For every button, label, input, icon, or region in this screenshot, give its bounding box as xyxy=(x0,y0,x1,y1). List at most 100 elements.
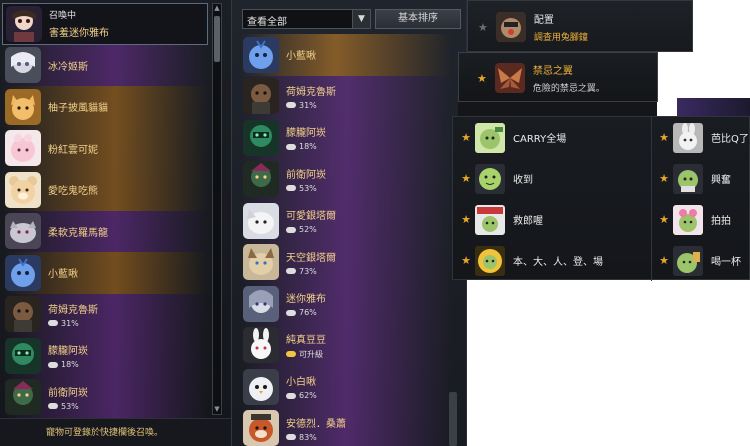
emote-item[interactable]: ★ 芭比Q了 xyxy=(651,117,750,158)
pet-list-item[interactable]: 前衛阿崁 53% xyxy=(2,376,208,418)
emote-item[interactable]: ★ 救郎喔 xyxy=(453,199,651,240)
emote-item[interactable]: ★ CARRY全場 xyxy=(453,117,651,158)
emote-label: 興奮 xyxy=(711,175,731,186)
star-icon[interactable]: ★ xyxy=(655,131,673,144)
pet-view-item[interactable]: 前衛阿崁 53% xyxy=(240,158,452,200)
scroll-down-icon[interactable]: ▼ xyxy=(213,405,221,414)
view-filter-dropdown[interactable]: 查看全部 ▼ xyxy=(242,9,371,29)
progress-value: 52% xyxy=(299,225,317,235)
wolf-icon xyxy=(243,202,279,239)
chevron-down-icon[interactable]: ▼ xyxy=(352,10,370,28)
pet-progress: 83% xyxy=(286,433,346,442)
pet-view-item[interactable]: 純真豆豆 可升級 xyxy=(240,324,452,366)
pet-upgrade-status: 可升級 xyxy=(286,349,326,360)
pet-view-item[interactable]: 可愛銀塔爾 52% xyxy=(240,200,452,242)
pet-view-list: 小藍啾 荷姆克魯斯 31% 朦朧阿崁 18% 前衛阿崁 53% 可愛銀塔爾 52… xyxy=(240,34,452,446)
pet-view-scroll-thumb[interactable] xyxy=(449,392,457,446)
upgrade-label: 可升級 xyxy=(299,349,323,359)
pet-progress: 73% xyxy=(286,267,336,276)
pet-name: 可愛銀塔爾 xyxy=(286,211,336,223)
pet-view-item[interactable]: 荷姆克魯斯 31% xyxy=(240,75,452,117)
pet-list-item[interactable]: 粉紅雲可妮 xyxy=(2,127,208,169)
progress-value: 31% xyxy=(61,318,79,328)
star-icon[interactable]: ★ xyxy=(655,172,673,185)
cloud-icon xyxy=(48,403,58,410)
pet-list-item[interactable]: 冰冷姬斯 xyxy=(2,44,208,86)
placement-card[interactable]: ★ 配置 調查用兔腳鐘 xyxy=(467,0,693,52)
cloud-icon xyxy=(286,185,296,192)
pet-view-item[interactable]: 小白啾 62% xyxy=(240,366,452,408)
pet-list-item[interactable]: 愛吃鬼吃熊 xyxy=(2,169,208,211)
favorite-star-icon[interactable]: ★ xyxy=(477,72,487,85)
emote-item[interactable]: ★ 本、大、人、登、場 xyxy=(453,240,651,281)
carry-emote-icon xyxy=(475,122,505,153)
cloud-icon xyxy=(286,226,296,233)
pet-list-scrollbar[interactable]: ▲ ▼ xyxy=(212,3,222,415)
star-icon[interactable]: ★ xyxy=(655,254,673,267)
mini-yabu-icon xyxy=(243,285,279,322)
panel-edge xyxy=(677,98,750,116)
pat-emote-icon xyxy=(673,204,703,235)
cloud-icon xyxy=(286,309,296,316)
pet-name: 小藍啾 xyxy=(286,51,316,63)
pet-progress: 52% xyxy=(286,225,336,234)
pet-name: 朦朧阿崁 xyxy=(48,346,88,358)
pet-list: 召喚中 害羞迷你雅布 冰冷姬斯 柚子披風貓貓 粉紅雲可妮 愛吃鬼吃熊 柔軟克羅馬… xyxy=(2,3,208,418)
progress-value: 31% xyxy=(299,100,317,110)
scroll-thumb[interactable] xyxy=(214,16,220,62)
progress-value: 18% xyxy=(299,142,317,152)
pet-list-item[interactable]: 柔軟克羅馬龍 xyxy=(2,210,208,252)
card-title: 配置 xyxy=(533,15,554,26)
pet-name: 柔軟克羅馬龍 xyxy=(48,227,108,239)
star-icon[interactable]: ★ xyxy=(457,131,475,144)
pet-view-item[interactable]: 安德烈．桑蕭 83% xyxy=(240,407,452,446)
star-icon[interactable]: ★ xyxy=(655,213,673,226)
pet-name: 前衛阿崁 xyxy=(48,387,88,399)
progress-value: 53% xyxy=(299,183,317,193)
pet-list-item-selected[interactable]: 召喚中 害羞迷你雅布 xyxy=(2,3,208,45)
homunculus-icon xyxy=(5,296,41,333)
got-it-emote-icon xyxy=(475,163,505,194)
dropdown-value: 查看全部 xyxy=(247,17,287,28)
progress-value: 62% xyxy=(299,391,317,401)
pet-progress: 53% xyxy=(48,402,88,411)
summon-status: 召喚中 xyxy=(49,11,77,22)
white-bird-icon xyxy=(243,368,279,405)
emote-row: ★ CARRY全場 ★ 芭比Q了 xyxy=(453,117,750,158)
wings-icon xyxy=(494,63,525,93)
progress-value: 18% xyxy=(61,360,79,370)
star-icon[interactable]: ★ xyxy=(457,254,475,267)
emote-item[interactable]: ★ 拍拍 xyxy=(651,199,750,240)
star-icon[interactable]: ★ xyxy=(457,172,475,185)
drink-emote-icon xyxy=(673,245,703,276)
pet-name: 天空銀塔爾 xyxy=(286,252,336,264)
pet-list-item[interactable]: 柚子披風貓貓 xyxy=(2,86,208,128)
pet-list-item[interactable]: 小藍啾 xyxy=(2,252,208,294)
warrior-icon xyxy=(5,379,41,416)
emote-row: ★ 收到 ★ 興奮 xyxy=(453,158,750,199)
pet-progress: 62% xyxy=(286,391,317,400)
rabbit-icon xyxy=(243,327,279,364)
progress-value: 73% xyxy=(299,266,317,276)
pet-list-item[interactable]: 荷姆克魯斯 31% xyxy=(2,293,208,335)
sort-button[interactable]: 基本排序 xyxy=(375,9,461,29)
pet-view-item[interactable]: 迷你雅布 76% xyxy=(240,283,452,325)
emote-panel: ★ CARRY全場 ★ 芭比Q了 ★ 收到 ★ 興奮 ★ 救郎喔 ★ 拍拍 ★ … xyxy=(452,116,750,281)
favorite-star-icon[interactable]: ★ xyxy=(478,21,488,34)
star-icon[interactable]: ★ xyxy=(457,213,475,226)
pet-progress: 53% xyxy=(286,184,326,193)
emote-item[interactable]: ★ 興奮 xyxy=(651,158,750,199)
pet-view-item[interactable]: 小藍啾 xyxy=(240,34,452,76)
cloud-icon xyxy=(286,392,296,399)
card-subtitle: 危險的禁忌之翼。 xyxy=(532,84,605,94)
pet-name: 小白啾 xyxy=(286,377,316,389)
forbidden-wings-card[interactable]: ★ 禁忌之翼 危險的禁忌之翼。 xyxy=(458,52,658,102)
emote-item[interactable]: ★ 喝一杯 xyxy=(651,240,750,281)
scroll-up-icon[interactable]: ▲ xyxy=(213,4,221,13)
armor-icon xyxy=(243,119,279,156)
pet-view-item[interactable]: 朦朧阿崁 18% xyxy=(240,117,452,159)
pet-name: 小藍啾 xyxy=(48,269,78,281)
emote-item[interactable]: ★ 收到 xyxy=(453,158,651,199)
pet-view-item[interactable]: 天空銀塔爾 73% xyxy=(240,241,452,283)
pet-list-item[interactable]: 朦朧阿崁 18% xyxy=(2,335,208,377)
